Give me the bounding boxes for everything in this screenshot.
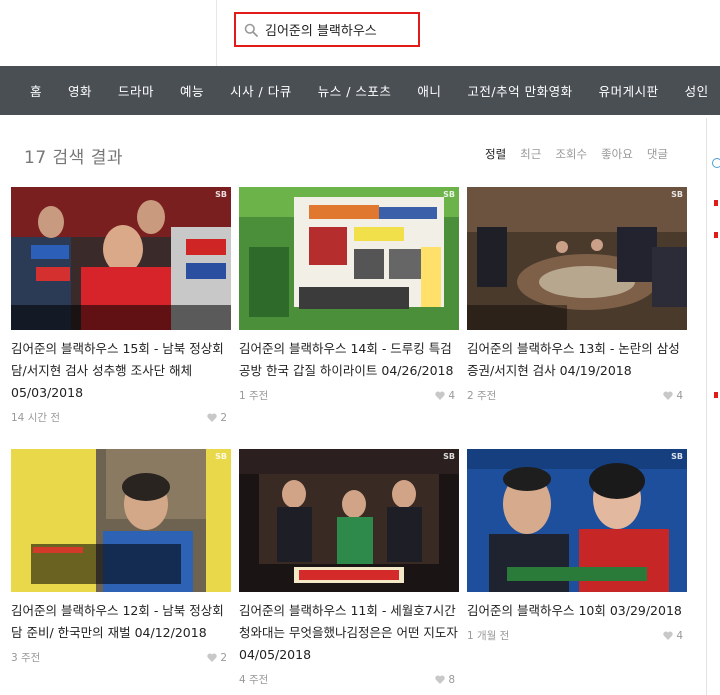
- video-thumbnail[interactable]: SB: [239, 187, 459, 330]
- result-count: 17 검색 결과: [24, 148, 123, 168]
- video-title[interactable]: 김어준의 블랙하우스 15회 - 남북 정상회담/서지현 검사 성추행 조사단 …: [11, 338, 231, 404]
- video-card[interactable]: SB 김어준의 블랙하우스 13회 - 논란의 삼성증권/서지현 검사 04/1…: [467, 187, 687, 403]
- like-value: 2: [220, 651, 227, 664]
- thumbnail-image: [239, 187, 459, 330]
- nav-item-current-affairs[interactable]: 시사 / 다큐: [230, 81, 292, 100]
- video-title[interactable]: 김어준의 블랙하우스 12회 - 남북 정상회담 준비/ 한국만의 재벌 04/…: [11, 600, 231, 644]
- sort-recent[interactable]: 최근: [520, 146, 541, 162]
- top-bar: [0, 0, 720, 66]
- heart-icon: [663, 631, 673, 640]
- video-meta: 1 주전 4: [239, 388, 459, 403]
- video-thumbnail[interactable]: SB: [467, 187, 687, 330]
- thumbnail-image: [11, 449, 231, 592]
- video-title[interactable]: 김어준의 블랙하우스 11회 - 세월호7시간 청와대는 무엇을했나김정은은 어…: [239, 600, 459, 666]
- video-card[interactable]: SB 김어준의 블랙하우스 15회 - 남북 정상회담/서지현 검사 성추행 조…: [11, 187, 231, 425]
- video-title[interactable]: 김어준의 블랙하우스 14회 - 드루킹 특검 공방 한국 갑질 하이라이트 0…: [239, 338, 459, 382]
- sort-options: 정렬 최근 조회수 좋아요 댓글: [485, 146, 668, 162]
- video-thumbnail[interactable]: SB: [239, 449, 459, 592]
- like-count[interactable]: 4: [663, 390, 683, 402]
- heart-icon: [435, 675, 445, 684]
- like-value: 4: [448, 389, 455, 402]
- nav-item-animation[interactable]: 애니: [417, 81, 441, 100]
- like-count[interactable]: 2: [207, 652, 227, 664]
- thumbnail-image: [11, 187, 231, 330]
- side-marker: [714, 232, 718, 238]
- heart-icon: [435, 391, 445, 400]
- video-card[interactable]: SB 김어준의 블랙하우스 14회 - 드루킹 특검 공방 한국 갑질 하이라이…: [239, 187, 459, 403]
- search-input[interactable]: [265, 22, 415, 37]
- video-card[interactable]: SB 김어준의 블랙하우스 10회 03/29/2018 1 개월 전 4: [467, 449, 687, 643]
- sort-label: 정렬: [484, 147, 507, 161]
- header-divider: [216, 0, 217, 66]
- video-meta: 3 주전 2: [11, 650, 231, 665]
- video-card[interactable]: SB 김어준의 블랙하우스 11회 - 세월호7시간 청와대는 무엇을했나김정은…: [239, 449, 459, 687]
- nav-item-entertainment[interactable]: 예능: [180, 81, 204, 100]
- nav-item-movies[interactable]: 영화: [68, 81, 92, 100]
- video-meta: 1 개월 전 4: [467, 628, 687, 643]
- sort-likes[interactable]: 좋아요: [601, 146, 633, 162]
- nav-item-drama[interactable]: 드라마: [118, 81, 154, 100]
- like-count[interactable]: 2: [207, 412, 227, 424]
- like-value: 2: [220, 411, 227, 424]
- heart-icon: [663, 391, 673, 400]
- side-marker: [714, 200, 718, 206]
- like-value: 8: [448, 673, 455, 686]
- like-count[interactable]: 4: [663, 630, 683, 642]
- video-meta: 14 시간 전 2: [11, 410, 231, 425]
- video-time: 2 주전: [467, 390, 497, 402]
- video-card[interactable]: SB 김어준의 블랙하우스 12회 - 남북 정상회담 준비/ 한국만의 재벌 …: [11, 449, 231, 665]
- sort-comments[interactable]: 댓글: [647, 146, 668, 162]
- search-box[interactable]: [234, 12, 420, 47]
- heart-icon: [207, 413, 217, 422]
- nav-item-classic-cartoons[interactable]: 고전/추억 만화영화: [467, 81, 572, 100]
- search-icon[interactable]: [244, 23, 258, 37]
- nav-item-home[interactable]: 홈: [30, 81, 42, 100]
- sort-views[interactable]: 조회수: [555, 146, 587, 162]
- nav-item-adult[interactable]: 성인: [685, 81, 709, 100]
- video-meta: 4 주전 8: [239, 672, 459, 687]
- video-thumbnail[interactable]: SB: [467, 449, 687, 592]
- like-value: 4: [676, 389, 683, 402]
- main-nav: 홈 영화 드라마 예능 시사 / 다큐 뉴스 / 스포츠 애니 고전/추억 만화…: [0, 66, 720, 115]
- nav-item-news-sports[interactable]: 뉴스 / 스포츠: [318, 81, 392, 100]
- video-time: 4 주전: [239, 674, 269, 686]
- video-title[interactable]: 김어준의 블랙하우스 13회 - 논란의 삼성증권/서지현 검사 04/19/2…: [467, 338, 687, 382]
- video-time: 3 주전: [11, 652, 41, 664]
- thumbnail-image: [467, 449, 687, 592]
- nav-item-humor-board[interactable]: 유머게시판: [599, 81, 659, 100]
- heart-icon: [207, 653, 217, 662]
- like-value: 4: [676, 629, 683, 642]
- video-time: 1 주전: [239, 390, 269, 402]
- like-count[interactable]: 8: [435, 674, 455, 686]
- video-meta: 2 주전 4: [467, 388, 687, 403]
- side-marker: [714, 392, 718, 398]
- video-title[interactable]: 김어준의 블랙하우스 10회 03/29/2018: [467, 600, 687, 622]
- video-thumbnail[interactable]: SB: [11, 449, 231, 592]
- thumbnail-image: [467, 187, 687, 330]
- side-info-icon: [712, 158, 720, 168]
- video-time: 14 시간 전: [11, 412, 61, 424]
- thumbnail-image: [239, 449, 459, 592]
- like-count[interactable]: 4: [435, 390, 455, 402]
- video-thumbnail[interactable]: SB: [11, 187, 231, 330]
- video-time: 1 개월 전: [467, 630, 510, 642]
